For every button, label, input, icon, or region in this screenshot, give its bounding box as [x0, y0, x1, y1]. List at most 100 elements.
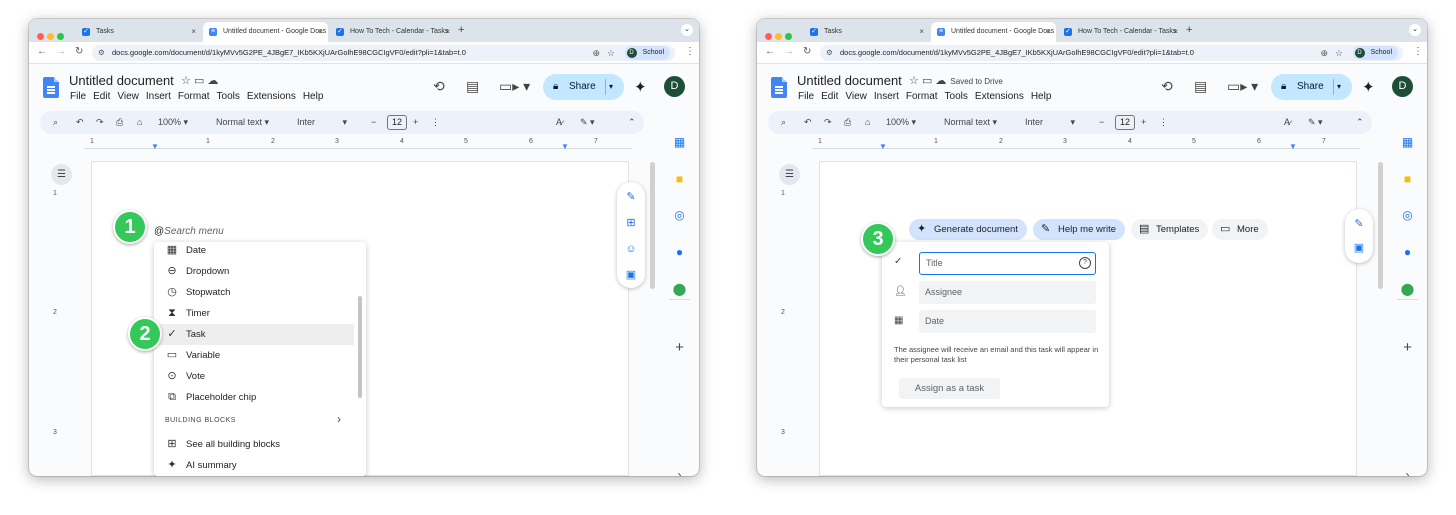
spellcheck-icon[interactable]: A̷	[556, 111, 562, 134]
history-icon[interactable]: ⟲	[1161, 78, 1173, 95]
meet-icon[interactable]: ▭▸ ▾	[499, 78, 530, 95]
menu-edit[interactable]: Edit	[821, 91, 838, 102]
font-size-field[interactable]: 12	[1115, 115, 1135, 130]
star-icon[interactable]: ☆	[181, 75, 191, 87]
minimize-window-button[interactable]	[47, 33, 54, 40]
zoom-icon[interactable]: ⊕	[1320, 45, 1328, 61]
browser-tab-document[interactable]: ≡ Untitled document - Google Docs ×	[931, 22, 1056, 42]
font-size-field[interactable]: 12	[387, 115, 407, 130]
share-button[interactable]: 🔒︎ Share ▾	[1271, 74, 1352, 100]
menu-format[interactable]: Format	[906, 91, 938, 102]
reload-icon[interactable]: ↻	[75, 46, 83, 57]
spellcheck-icon[interactable]: A̷	[1284, 111, 1290, 134]
menu-item-dropdown[interactable]: ⊖ Dropdown	[154, 261, 354, 282]
meet-icon[interactable]: ▭▸ ▾	[1227, 78, 1258, 95]
docs-logo-icon[interactable]	[43, 77, 59, 98]
help-me-write-icon[interactable]: ✎	[1350, 215, 1368, 233]
reload-icon[interactable]: ↻	[803, 46, 811, 57]
menu-item-timer[interactable]: ⧗ Timer	[154, 303, 354, 324]
comment-icon[interactable]: ▤	[466, 78, 479, 95]
gemini-icon[interactable]: ✦	[634, 78, 647, 96]
new-tab-icon[interactable]: +	[458, 22, 464, 39]
profile-chip[interactable]: D School	[1352, 46, 1398, 60]
menu-format[interactable]: Format	[178, 91, 210, 102]
close-tab-icon[interactable]: ×	[191, 22, 196, 42]
maximize-window-button[interactable]	[785, 33, 792, 40]
menu-insert[interactable]: Insert	[874, 91, 899, 102]
zoom-select[interactable]: 100% ▾	[158, 111, 188, 134]
tab-search-icon[interactable]: ⌄	[681, 24, 693, 36]
menu-tools[interactable]: Tools	[945, 91, 968, 102]
menu-file[interactable]: File	[798, 91, 814, 102]
scrollbar[interactable]	[650, 162, 655, 289]
cloud-icon[interactable]: ☁	[207, 75, 218, 87]
suggest-edits-icon[interactable]: ▣	[622, 266, 640, 284]
tasks-icon[interactable]: ◎	[672, 208, 687, 223]
minimize-window-button[interactable]	[775, 33, 782, 40]
zoom-icon[interactable]: ⊕	[592, 45, 600, 61]
calendar-icon[interactable]: ▦	[1400, 135, 1415, 150]
browser-menu-icon[interactable]: ⋮	[1413, 46, 1423, 57]
scrollbar[interactable]	[1378, 162, 1383, 289]
assign-task-button[interactable]: Assign as a task	[899, 378, 1000, 399]
history-icon[interactable]: ⟲	[433, 78, 445, 95]
pencil-icon[interactable]: ✎ ▾	[1308, 111, 1323, 134]
pencil-icon[interactable]: ✎ ▾	[580, 111, 595, 134]
horizontal-ruler[interactable]: 1 1 2 3 4 5 6 7 ▼ ▼	[84, 137, 632, 151]
profile-chip[interactable]: D School	[624, 46, 670, 60]
right-indent-marker-icon[interactable]: ▼	[561, 142, 569, 151]
help-icon[interactable]: ?	[1079, 257, 1091, 269]
tab-search-icon[interactable]: ⌄	[1409, 24, 1421, 36]
menu-extensions[interactable]: Extensions	[247, 91, 296, 102]
browser-tab-tasks[interactable]: ✓ Tasks ×	[76, 22, 201, 42]
decrease-font-icon[interactable]: −	[1099, 111, 1104, 134]
add-comment-icon[interactable]: ⊞	[622, 214, 640, 232]
back-icon[interactable]: ←	[37, 46, 47, 57]
plus-icon[interactable]: +	[672, 340, 687, 355]
maps-icon[interactable]: ⬤	[1400, 282, 1415, 297]
outline-icon[interactable]: ☰	[779, 164, 800, 185]
bookmark-star-icon[interactable]: ☆	[607, 45, 615, 61]
gemini-icon[interactable]: ✦	[1362, 78, 1375, 96]
menu-extensions[interactable]: Extensions	[975, 91, 1024, 102]
paint-format-icon[interactable]: ⌂	[137, 111, 142, 134]
star-icon[interactable]: ☆	[909, 75, 919, 87]
forward-icon[interactable]: →	[56, 46, 66, 57]
move-icon[interactable]: ▭	[922, 75, 932, 87]
contacts-icon[interactable]: ●	[672, 245, 687, 260]
close-window-button[interactable]	[765, 33, 772, 40]
url-field[interactable]: ⚙ docs.google.com/document/d/1kyMVv5G2PE_…	[92, 45, 675, 61]
zoom-select[interactable]: 100% ▾	[886, 111, 916, 134]
help-me-write-icon[interactable]: ✎	[622, 188, 640, 206]
redo-icon[interactable]: ↷	[824, 111, 832, 134]
increase-font-icon[interactable]: +	[1141, 111, 1146, 134]
close-tab-icon[interactable]: ×	[445, 22, 450, 42]
forward-icon[interactable]: →	[784, 46, 794, 57]
menu-item-stopwatch[interactable]: ◷ Stopwatch	[154, 282, 354, 303]
at-mention-input[interactable]: @Search menu	[154, 226, 224, 237]
document-title[interactable]: Untitled document	[69, 73, 174, 88]
suggest-edits-icon[interactable]: ▣	[1350, 239, 1368, 257]
maximize-window-button[interactable]	[57, 33, 64, 40]
url-field[interactable]: ⚙ docs.google.com/document/d/1kyMVv5G2PE_…	[820, 45, 1403, 61]
assignee-field[interactable]: Assignee	[919, 281, 1096, 304]
browser-tab-document[interactable]: ≡ Untitled document - Google Docs ×	[203, 22, 328, 42]
site-info-icon[interactable]: ⚙	[826, 45, 833, 61]
right-indent-marker-icon[interactable]: ▼	[1289, 142, 1297, 151]
menu-insert[interactable]: Insert	[146, 91, 171, 102]
contacts-icon[interactable]: ●	[1400, 245, 1415, 260]
chevron-right-icon[interactable]: ›	[337, 412, 341, 426]
close-tab-icon[interactable]: ×	[1046, 22, 1051, 42]
keep-icon[interactable]: ■	[672, 172, 687, 187]
style-select[interactable]: Normal text ▾	[216, 111, 269, 134]
collapse-toolbar-icon[interactable]: ⌃	[1356, 111, 1364, 134]
account-avatar[interactable]: D	[1392, 76, 1413, 97]
close-tab-icon[interactable]: ×	[1173, 22, 1178, 42]
left-indent-marker-icon[interactable]: ▼	[879, 142, 887, 151]
paint-format-icon[interactable]: ⌂	[865, 111, 870, 134]
back-icon[interactable]: ←	[765, 46, 775, 57]
move-icon[interactable]: ▭	[194, 75, 204, 87]
calendar-icon[interactable]: ▦	[672, 135, 687, 150]
expand-panel-icon[interactable]: ›	[672, 468, 687, 476]
tasks-icon[interactable]: ◎	[1400, 208, 1415, 223]
